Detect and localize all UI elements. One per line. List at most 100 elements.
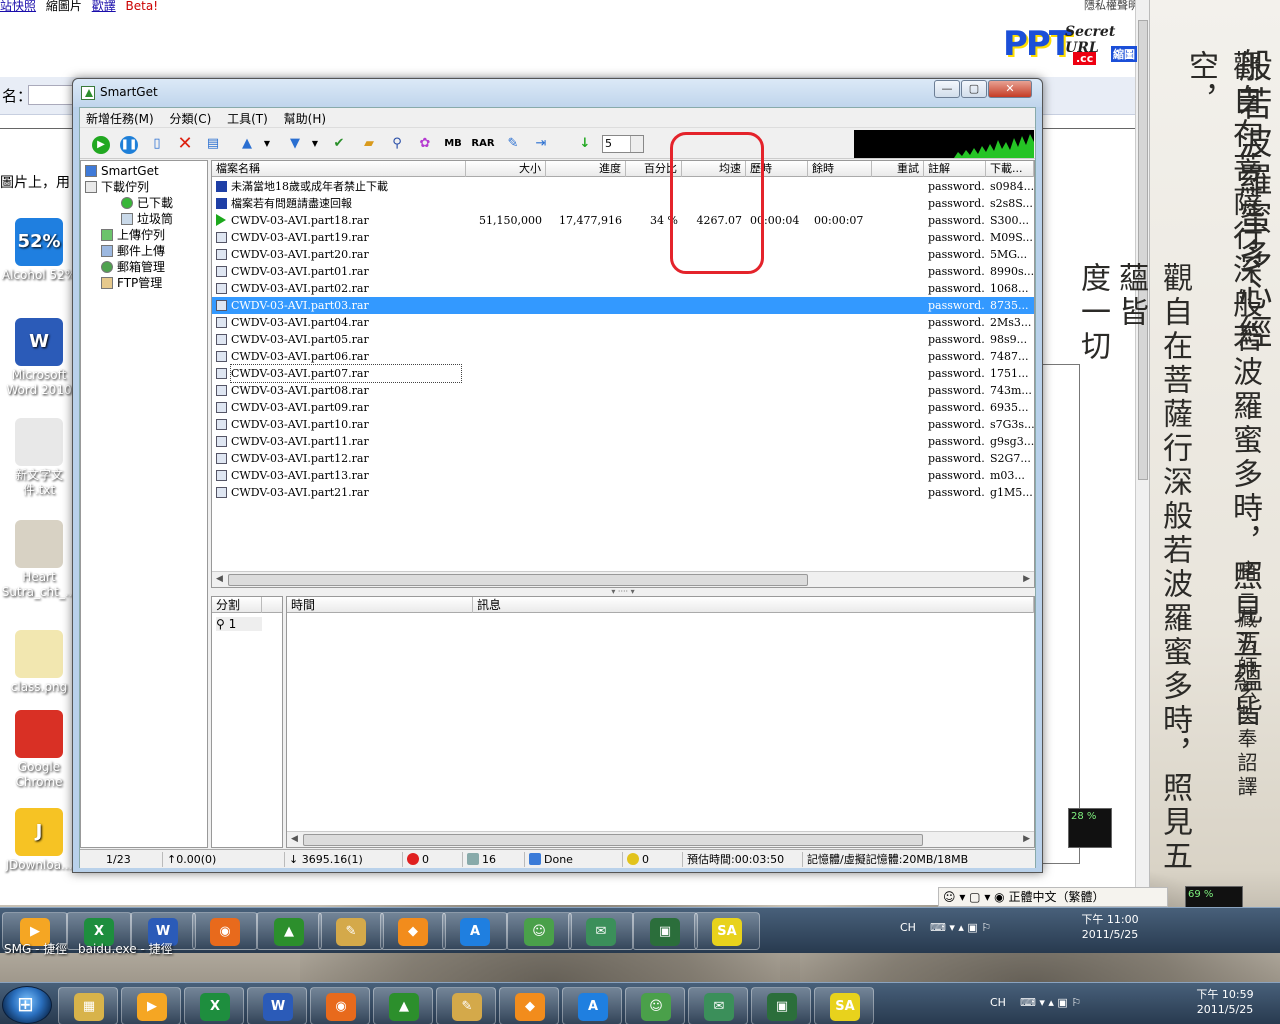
link-translate[interactable]: 歡譯	[92, 0, 116, 13]
taskbar-button[interactable]: ✎	[318, 912, 384, 950]
maximize-button[interactable]: ▢	[961, 80, 987, 98]
table-row[interactable]: CWDV-03-AVI.part12.rar password... S2G7...	[212, 450, 1034, 467]
close-button[interactable]: ✕	[988, 80, 1032, 98]
move-down-dropdown-icon[interactable]: ▼	[304, 133, 326, 155]
taskbar-button[interactable]: ▣	[632, 912, 698, 950]
edit-icon[interactable]: ✎	[502, 133, 524, 155]
tree-item-queue[interactable]: 下載佇列	[85, 179, 149, 195]
taskbar-button[interactable]: ☺	[506, 912, 572, 950]
table-row[interactable]: CWDV-03-AVI.part01.rar password... 8990s..…	[212, 263, 1034, 280]
start-icon[interactable]: ▶	[90, 133, 112, 155]
check-icon[interactable]: ✔	[328, 133, 350, 155]
col-retry[interactable]: 重試	[872, 161, 924, 177]
desktop-icon[interactable]: Google Chrome	[0, 710, 78, 790]
table-row[interactable]: CWDV-03-AVI.part19.rar password... M09S...	[212, 229, 1034, 246]
table-row[interactable]: CWDV-03-AVI.part08.rar password... 743m...	[212, 382, 1034, 399]
desktop-icon[interactable]: Heart Sutra_cht_...	[0, 520, 78, 600]
col-name[interactable]: 檔案名稱	[212, 161, 466, 177]
tree-item-trash[interactable]: 垃圾筒	[121, 211, 173, 227]
desktop-icon[interactable]: class.png	[0, 630, 78, 695]
segment-row[interactable]: ⚲ 1	[216, 617, 262, 631]
taskbar-button[interactable]: ▲	[256, 912, 322, 950]
taskbar-button[interactable]: X	[184, 987, 244, 1024]
export-icon[interactable]: ⇥	[530, 133, 552, 155]
table-row[interactable]: CWDV-03-AVI.part10.rar password... s7G3s..…	[212, 416, 1034, 433]
scroll-left-icon[interactable]: ◀	[291, 834, 298, 844]
col-note[interactable]: 註解	[924, 161, 986, 177]
table-row[interactable]: 未滿當地18歲或成年者禁止下載 password... s0984...	[212, 178, 1034, 195]
start-button[interactable]	[2, 986, 52, 1024]
binoculars-icon[interactable]: ⚲	[386, 133, 408, 155]
ime-icon[interactable]: ☺ ▾ ▢ ▾ ◉	[943, 890, 1005, 904]
title-bar[interactable]: SmartGet — ▢ ✕	[73, 79, 1042, 107]
background-window[interactable]	[1040, 364, 1080, 864]
taskbar-button[interactable]: A	[442, 912, 508, 950]
ime-language[interactable]: 正體中文（繁體）	[1008, 890, 1104, 904]
tray-icons[interactable]: ⌨ ▾ ▴ ▣ ⚐	[1020, 995, 1081, 1010]
link-snapshot[interactable]: 站快照	[0, 0, 36, 13]
col-size[interactable]: 大小	[466, 161, 546, 177]
desktop-icon[interactable]: J JDownloa...	[0, 808, 78, 873]
delete-icon[interactable]: ✕	[174, 133, 196, 155]
table-row[interactable]: CWDV-03-AVI.part18.rar 51,150,000 17,477,9…	[212, 212, 1034, 229]
cpu-gadget-secondary[interactable]: 28 %	[1068, 808, 1112, 848]
col-message[interactable]: 訊息	[473, 597, 1034, 613]
ppt-logo[interactable]: PPT .cc Secret URL 縮圖	[1003, 18, 1143, 74]
plugin-icon[interactable]: ✿	[414, 133, 436, 155]
desktop-icon[interactable]: 新文字文件.txt	[0, 418, 78, 498]
scroll-left-icon[interactable]: ◀	[216, 574, 223, 584]
menu-help[interactable]: 幫助(H)	[278, 108, 332, 129]
rar-button[interactable]: RAR	[470, 133, 496, 155]
table-row[interactable]: CWDV-03-AVI.part06.rar password... 7487...	[212, 348, 1034, 365]
table-row[interactable]: 檔案若有問題請盡速回報 password... s2s8S...	[212, 195, 1034, 212]
log-hscrollbar[interactable]: ◀ ▶	[287, 831, 1034, 847]
move-down-icon[interactable]: ▼	[284, 133, 306, 155]
desktop-icon[interactable]: W Microsoft Word 2010	[0, 318, 78, 398]
taskbar-button[interactable]: ▲	[373, 987, 433, 1024]
col-download[interactable]: 下載...	[986, 161, 1034, 177]
desktop-icon[interactable]: 52% Alcohol 52%	[0, 218, 78, 283]
table-row[interactable]: CWDV-03-AVI.part09.rar password... 6935...	[212, 399, 1034, 416]
pane-splitter[interactable]: ▾ ···· ▾	[211, 588, 1035, 596]
tree-item-ftp[interactable]: FTP管理	[101, 275, 162, 291]
taskbar-button[interactable]: ▦	[58, 987, 118, 1024]
taskbar-button[interactable]: ◉	[192, 912, 258, 950]
folder-icon[interactable]: ▰	[358, 133, 380, 155]
move-up-dropdown-icon[interactable]: ▼	[256, 133, 278, 155]
move-up-icon[interactable]: ▲	[236, 133, 258, 155]
taskbar-button[interactable]: ✉	[688, 987, 748, 1024]
col-time[interactable]: 時間	[287, 597, 473, 613]
tree-item-upload-queue[interactable]: 上傳佇列	[101, 227, 165, 243]
tree-item-downloaded[interactable]: 已下載	[121, 195, 173, 211]
taskbar-button[interactable]: ☺	[625, 987, 685, 1024]
privacy-link[interactable]: 隱私權聲明	[1084, 0, 1139, 13]
menu-category[interactable]: 分類(C)	[164, 108, 218, 129]
taskbar-button[interactable]: ▣	[751, 987, 811, 1024]
hscroll-thumb[interactable]	[228, 574, 808, 586]
menu-new-task[interactable]: 新增任務(M)	[80, 108, 160, 129]
table-row[interactable]: CWDV-03-AVI.part13.rar password... m03...	[212, 467, 1034, 484]
col-progress[interactable]: 進度	[546, 161, 626, 177]
menu-tools[interactable]: 工具(T)	[221, 108, 274, 129]
max-tasks-spinner[interactable]: 5	[602, 135, 644, 153]
tree-root[interactable]: SmartGet	[85, 163, 159, 179]
table-row[interactable]: CWDV-03-AVI.part21.rar password... g1M5...	[212, 484, 1034, 501]
tray-icons[interactable]: ⌨ ▾ ▴ ▣ ⚐	[930, 920, 991, 935]
taskbar-button[interactable]: ✉	[568, 912, 634, 950]
tray-clock[interactable]: 下午 10:59 2011/5/25	[1180, 987, 1270, 1017]
taskbar-button[interactable]: A	[562, 987, 622, 1024]
taskbar-button[interactable]: SA	[814, 987, 874, 1024]
scroll-right-icon[interactable]: ▶	[1023, 574, 1030, 584]
table-row[interactable]: CWDV-03-AVI.part03.rar password... 8735...	[212, 297, 1034, 314]
taskbar-button[interactable]: W	[247, 987, 307, 1024]
tree-item-mail-upload[interactable]: 郵件上傳	[101, 243, 165, 259]
name-input[interactable]	[28, 85, 78, 105]
hscroll-thumb[interactable]	[303, 834, 923, 846]
table-row[interactable]: CWDV-03-AVI.part11.rar password... g9sg3..…	[212, 433, 1034, 450]
table-row[interactable]: CWDV-03-AVI.part20.rar password... 5MG...	[212, 246, 1034, 263]
table-row[interactable]: CWDV-03-AVI.part04.rar password... 2Ms3...	[212, 314, 1034, 331]
tree-item-mailbox[interactable]: 郵箱管理	[101, 259, 165, 275]
table-row[interactable]: CWDV-03-AVI.part02.rar password... 1068...	[212, 280, 1034, 297]
taskbar-button[interactable]: ◆	[380, 912, 446, 950]
taskbar-button[interactable]: SA	[694, 912, 760, 950]
